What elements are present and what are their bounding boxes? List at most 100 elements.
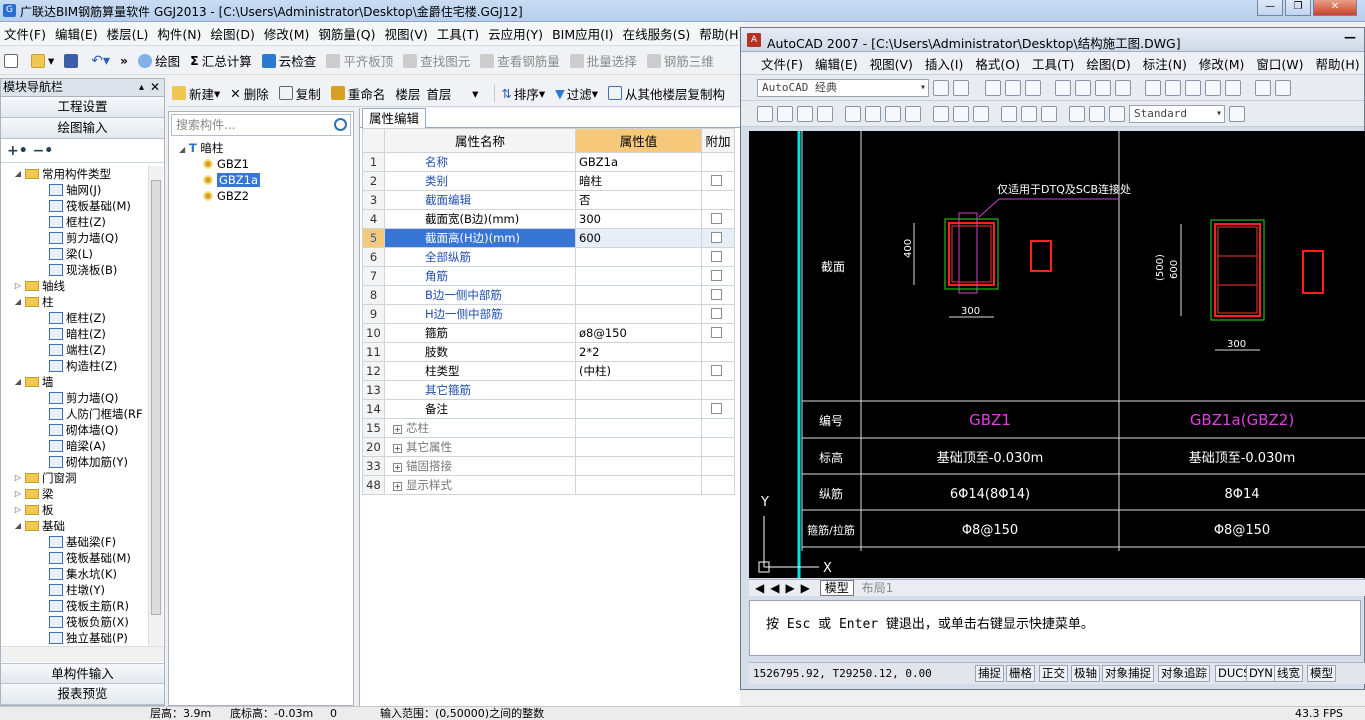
menu-item[interactable]: 绘图(D) [210,24,254,43]
tree-item[interactable]: 构造柱(Z) [1,358,148,374]
quick-dimension-icon[interactable] [933,105,949,122]
tab-property-edit[interactable]: 属性编辑 [362,108,427,128]
floor-select[interactable]: 首层 ▾ [426,84,478,103]
filter-button[interactable]: ▼ 过滤 ▾ [555,84,598,103]
ordinate-dimension-icon[interactable] [817,105,833,122]
property-value[interactable]: GBZ1a [575,152,702,172]
dimension-text-edit-icon[interactable] [1089,105,1105,122]
status-toggle-button[interactable]: DYN [1246,665,1276,682]
status-toggle-button[interactable]: 极轴 [1071,665,1100,682]
property-value[interactable] [575,418,702,438]
plot-icon[interactable] [1115,79,1131,96]
menu-item[interactable]: 修改(M) [1199,54,1245,73]
extra-checkbox[interactable] [711,365,722,376]
status-toggle-button[interactable]: 线宽 [1274,665,1303,682]
component-search-input[interactable]: 搜索构件... [171,114,351,136]
open-folder-icon[interactable] [1005,79,1021,96]
menu-item[interactable]: 编辑(E) [55,24,98,43]
rebar-3d-button[interactable]: 钢筋三维 [646,51,714,70]
cad-drawing-area[interactable]: 截面 编号 标高 纵筋 箍筋/拉筋 仅适用于DTQ及SCB连接处 400 300 [749,131,1365,578]
property-value[interactable]: 300 [575,209,702,229]
expand-icon[interactable]: + [393,463,402,472]
extra-checkbox[interactable] [711,251,722,262]
property-row[interactable]: 9 H边一侧中部筋 [362,304,735,324]
arc-length-icon[interactable] [797,105,813,122]
property-row[interactable]: 10 箍筋 ø8@150 [362,323,735,343]
menu-item[interactable]: 工具(T) [1032,54,1074,73]
property-row[interactable]: 12 柱类型 (中柱) [362,361,735,381]
collapse-icon[interactable]: ◢ [13,166,23,182]
property-row[interactable]: 5 截面高(H边)(mm) 600 [362,228,735,248]
maximize-button[interactable]: ❐ [1285,0,1311,16]
new-file-icon[interactable] [985,79,1001,96]
property-row[interactable]: 48 + 显示样式 [362,475,735,495]
sum-calc-button[interactable]: Σ 汇总计算 [190,51,252,70]
tree-item[interactable]: 轴网(J) [1,182,148,198]
tree-item[interactable]: 筏板基础(M) [1,198,148,214]
property-row[interactable]: 20 + 其它属性 [362,437,735,457]
property-value[interactable] [575,285,702,305]
tree-item[interactable]: 暗柱(Z) [1,326,148,342]
component-item-gbz1a[interactable]: GBZ1a [179,172,353,188]
menu-item[interactable]: 文件(F) [761,54,803,73]
tolerance-icon[interactable] [1021,105,1037,122]
property-row[interactable]: 11 肢数 2*2 [362,342,735,362]
extra-checkbox[interactable] [711,232,722,243]
preview-icon[interactable] [1075,79,1091,96]
menu-item[interactable]: 窗口(W) [1256,54,1303,73]
property-value[interactable] [575,437,702,457]
tree-item[interactable]: ▷ 板 [1,502,148,518]
property-value[interactable]: (中柱) [575,361,702,381]
tab-model[interactable]: 模型 [819,580,854,596]
toolbar-overflow-icon[interactable]: » [120,53,128,68]
new-file-icon[interactable] [4,53,21,68]
delete-component-button[interactable]: ✕ 删除 [230,84,269,103]
scroll-thumb[interactable] [151,180,161,615]
command-line-window[interactable]: 按 Esc 或 Enter 键退出，或单击右键显示快捷菜单。 [749,600,1361,656]
workspace-select[interactable]: AutoCAD 经典 [757,78,929,97]
property-row[interactable]: 1 名称 GBZ1a [362,152,735,172]
expand-icon[interactable]: ▷ [13,470,23,486]
batch-select-button[interactable]: 批量选择 [569,51,637,70]
dimension-style-icon[interactable] [1229,105,1245,122]
lock-icon[interactable] [953,79,969,96]
menu-item[interactable]: 视图(V) [870,54,913,73]
tree-item[interactable]: 筏板基础(M) [1,550,148,566]
menu-item[interactable]: 构件(N) [157,24,201,43]
property-value[interactable] [575,399,702,419]
status-toggle-button[interactable]: 模型 [1307,665,1336,682]
menu-item[interactable]: 文件(F) [4,24,46,43]
tree-item[interactable]: 砌体墙(Q) [1,422,148,438]
tree-item[interactable]: 端柱(Z) [1,342,148,358]
status-toggle-button[interactable]: 栅格 [1006,665,1035,682]
dimension-edit-icon[interactable] [1069,105,1085,122]
tree-item[interactable]: 人防门框墙(RF [1,406,148,422]
extra-checkbox[interactable] [711,289,722,300]
pin-icon[interactable]: ▴ [139,79,144,96]
minimize-button[interactable]: — [1257,0,1283,16]
status-toggle-button[interactable]: 正交 [1039,665,1068,682]
property-row[interactable]: 15 + 芯柱 [362,418,735,438]
property-row[interactable]: 7 角筋 [362,266,735,286]
undo-icon[interactable]: ↶▾ [91,53,110,69]
property-value[interactable]: 暗柱 [575,171,702,191]
tree-item[interactable]: 暗梁(A) [1,438,148,454]
collapse-all-icon[interactable]: −• [33,143,54,159]
tree-item[interactable]: 基础梁(F) [1,534,148,550]
draw-input-button[interactable]: 绘图输入 [1,118,164,139]
menu-item[interactable]: 视图(V) [384,24,427,43]
settings-icon[interactable] [933,79,949,96]
menu-item[interactable]: 修改(M) [264,24,310,43]
new-component-button[interactable]: 新建 ▾ [172,84,220,103]
expand-icon[interactable]: ▷ [13,278,23,294]
save-icon[interactable] [64,53,81,68]
menu-item[interactable]: 格式(O) [975,54,1020,73]
tree-item[interactable]: 梁(L) [1,246,148,262]
extra-checkbox[interactable] [711,403,722,414]
project-settings-button[interactable]: 工程设置 [1,97,164,118]
tree-item[interactable]: 柱墩(Y) [1,582,148,598]
property-value[interactable] [575,247,702,267]
linear-dimension-icon[interactable] [757,105,773,122]
sort-button[interactable]: ⇅ 排序 ▾ [501,84,545,103]
property-row[interactable]: 4 截面宽(B边)(mm) 300 [362,209,735,229]
